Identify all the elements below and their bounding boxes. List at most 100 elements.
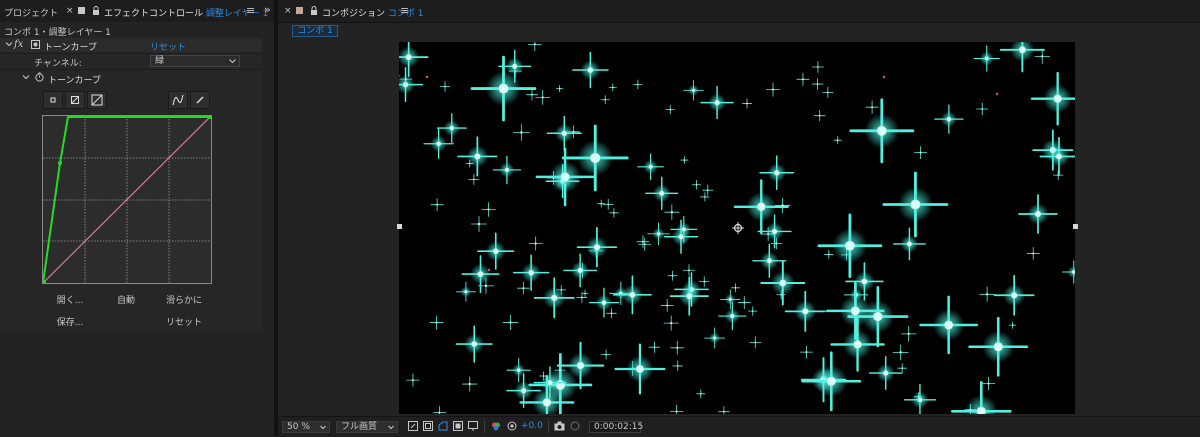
tab-close-icon[interactable]: × bbox=[66, 6, 74, 16]
lock-icon[interactable] bbox=[92, 6, 100, 18]
sparkle bbox=[934, 104, 964, 134]
tab-close-icon[interactable]: × bbox=[284, 6, 292, 16]
sparkle bbox=[903, 383, 937, 414]
sparkle bbox=[993, 274, 1035, 316]
sparkle bbox=[612, 275, 652, 315]
tone-curve-graph[interactable] bbox=[42, 115, 212, 284]
sparkle bbox=[477, 232, 515, 270]
sparkle bbox=[512, 124, 530, 141]
open-button[interactable]: 開く... bbox=[40, 293, 100, 306]
sparkle bbox=[457, 136, 498, 177]
sparkle bbox=[667, 270, 678, 281]
sparkle bbox=[919, 295, 978, 355]
exposure-value[interactable]: +0.0 bbox=[521, 421, 543, 431]
color-channels-icon[interactable] bbox=[491, 421, 501, 431]
sparkle bbox=[749, 336, 762, 349]
sparkle bbox=[801, 351, 862, 412]
sparkle bbox=[973, 45, 1000, 72]
camera-icon[interactable] bbox=[554, 421, 565, 431]
sparkle bbox=[600, 349, 612, 360]
sparkle bbox=[882, 171, 949, 238]
sparkle bbox=[784, 290, 826, 332]
sparkle bbox=[799, 345, 813, 359]
small-graph-button[interactable] bbox=[43, 91, 63, 109]
sparkle bbox=[1030, 71, 1075, 126]
large-graph-button[interactable] bbox=[87, 91, 107, 109]
toolbar-separator bbox=[484, 420, 485, 433]
sparkle bbox=[720, 289, 741, 310]
show-snapshot-icon[interactable] bbox=[570, 421, 580, 431]
curve-point bbox=[58, 161, 62, 165]
sparkle bbox=[535, 89, 551, 105]
quality-select[interactable]: フル画質 bbox=[336, 421, 398, 433]
chevron-down-icon[interactable] bbox=[22, 73, 30, 84]
stopwatch-icon[interactable] bbox=[35, 72, 44, 85]
sparkle bbox=[700, 85, 734, 120]
sparkle bbox=[702, 184, 714, 196]
sparkle bbox=[581, 289, 589, 297]
toolbar-separator bbox=[548, 420, 549, 433]
sparkle bbox=[893, 227, 926, 261]
curve-svg[interactable] bbox=[42, 115, 212, 284]
quality-value: フル画質 bbox=[341, 422, 378, 432]
effect-reset-link[interactable]: リセット bbox=[150, 40, 186, 53]
sparkle bbox=[882, 75, 886, 79]
sparkle bbox=[576, 226, 618, 268]
sparkle bbox=[682, 264, 696, 277]
panel-menu-icon[interactable]: ≡ bbox=[246, 4, 255, 17]
sparkle bbox=[492, 155, 522, 185]
sparkle bbox=[1026, 246, 1040, 260]
tab-project[interactable]: プロジェクト bbox=[4, 6, 58, 19]
sparkle bbox=[1052, 169, 1064, 181]
medium-graph-button[interactable] bbox=[65, 91, 85, 109]
pencil-tool-button[interactable] bbox=[190, 91, 210, 109]
smooth-button[interactable]: 滑らかに bbox=[154, 293, 214, 306]
sparkle bbox=[796, 72, 810, 86]
save-button[interactable]: 保存... bbox=[40, 315, 100, 328]
chevron-down-icon[interactable] bbox=[5, 40, 13, 51]
exposure-reset-icon[interactable] bbox=[507, 421, 517, 431]
panel-color-icon bbox=[296, 7, 303, 14]
sparkle bbox=[660, 299, 674, 312]
sparkle bbox=[981, 376, 996, 391]
comp-chip-label: コンポ 1 bbox=[297, 26, 333, 36]
bezier-tool-button[interactable] bbox=[168, 91, 188, 109]
tab-effect-controls[interactable]: エフェクトコントロール 調整レイヤー 1 bbox=[104, 6, 268, 19]
sparkle bbox=[502, 314, 519, 331]
auto-button[interactable]: 自動 bbox=[96, 293, 156, 306]
timecode-field[interactable]: 0:00:02:15 bbox=[589, 421, 643, 433]
comp-chip[interactable]: コンポ 1 bbox=[292, 25, 338, 37]
guides-icon[interactable] bbox=[468, 421, 478, 431]
sparkle bbox=[406, 373, 420, 387]
mask-visibility-icon[interactable] bbox=[438, 421, 448, 431]
layer-handle[interactable] bbox=[397, 224, 402, 229]
composition-viewer[interactable] bbox=[399, 42, 1075, 414]
anchor-point-icon[interactable] bbox=[732, 222, 744, 237]
layer-handle[interactable] bbox=[1073, 224, 1078, 229]
sparkle bbox=[455, 281, 476, 302]
sparkle bbox=[637, 153, 664, 181]
panel-menu-icon[interactable]: ≡ bbox=[400, 4, 409, 17]
sparkle bbox=[528, 236, 543, 251]
sparkle bbox=[471, 216, 488, 232]
sparkle bbox=[698, 276, 710, 287]
breadcrumb-bar: コンポ 1・調整レイヤー 1 bbox=[0, 22, 274, 38]
sparkle bbox=[892, 344, 909, 361]
zoom-select[interactable]: 50 % bbox=[282, 421, 330, 433]
fx-toggle[interactable]: fx bbox=[14, 39, 23, 50]
transparency-grid-icon[interactable] bbox=[423, 421, 433, 431]
sparkle bbox=[979, 286, 995, 303]
overflow-icon[interactable]: » bbox=[264, 3, 271, 16]
right-tab-bar: × コンポジション コンポ 1 ≡ bbox=[278, 0, 1200, 23]
region-of-interest-icon[interactable] bbox=[453, 421, 463, 431]
sparkle bbox=[527, 42, 542, 52]
sparkle bbox=[399, 42, 429, 77]
sparkle bbox=[813, 109, 826, 122]
lock-icon[interactable] bbox=[310, 6, 318, 18]
snapshot-region-icon[interactable] bbox=[408, 421, 418, 431]
sparkle bbox=[824, 249, 834, 260]
zoom-value: 50 % bbox=[287, 422, 310, 432]
reset-curve-button[interactable]: リセット bbox=[154, 315, 214, 328]
channel-select[interactable]: 緑 bbox=[150, 55, 240, 67]
sparkle bbox=[665, 104, 675, 115]
